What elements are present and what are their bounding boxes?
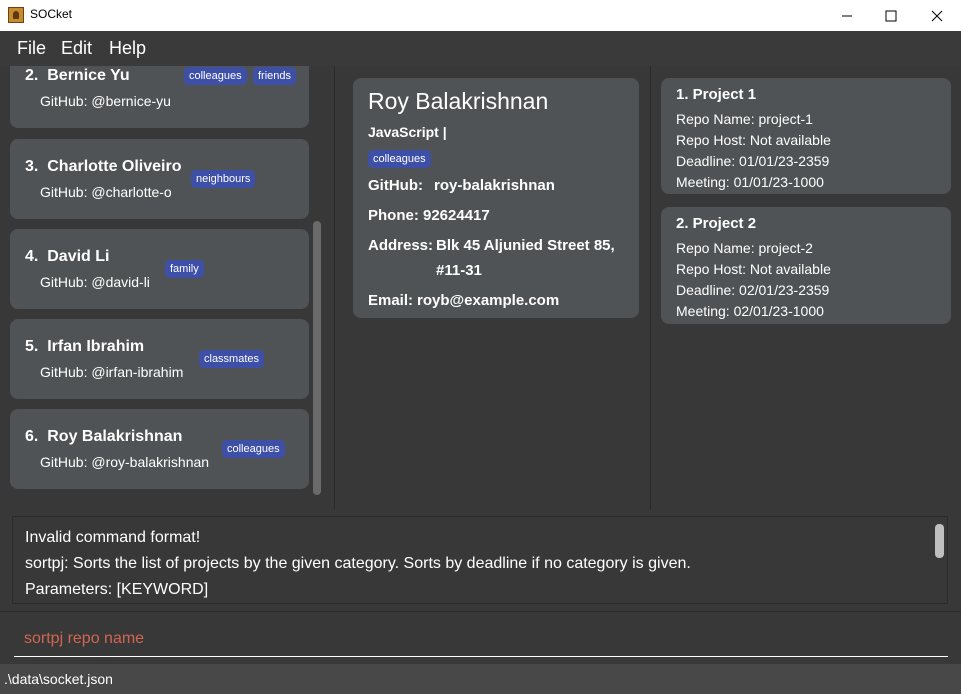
title-bar: SOCket	[0, 0, 961, 31]
project-deadline: Deadline: 01/01/23-2359	[676, 153, 830, 169]
project-card[interactable]: 1. Project 1 Repo Name: project-1 Repo H…	[661, 78, 951, 194]
person-name: 6. Roy Balakrishnan	[25, 428, 183, 445]
panel-divider	[334, 66, 335, 510]
person-card[interactable]: 2. Bernice Yu GitHub: @bernice-yu collea…	[10, 66, 309, 128]
person-github: GitHub: @roy-balakrishnan	[40, 454, 210, 470]
tag-badge: classmates	[199, 350, 265, 368]
window-title: SOCket	[30, 7, 73, 21]
person-list-panel: 2. Bernice Yu GitHub: @bernice-yu collea…	[0, 66, 334, 510]
tag-badge: colleagues	[184, 67, 247, 85]
tag-badge: friends	[253, 67, 297, 85]
person-detail-card: Roy Balakrishnan JavaScript | colleagues…	[353, 78, 639, 318]
result-line: Parameters: [KEYWORD]	[25, 581, 209, 598]
person-card[interactable]: 3. Charlotte Oliveiro GitHub: @charlotte…	[10, 139, 309, 219]
project-repo-name: Repo Name: project-1	[676, 111, 813, 127]
person-card[interactable]: 4. David Li GitHub: @david-li family	[10, 229, 309, 309]
detail-name: Roy Balakrishnan	[368, 88, 549, 114]
detail-github-label: GitHub:	[368, 177, 423, 194]
tag-badge: colleagues	[368, 150, 431, 168]
result-scrollbar[interactable]	[935, 524, 944, 558]
person-list-scrollbar[interactable]	[313, 221, 321, 495]
project-meeting: Meeting: 02/01/23-1000	[676, 303, 824, 319]
project-title: 1. Project 1	[676, 86, 757, 103]
project-title: 2. Project 2	[676, 215, 757, 232]
tag-badge: neighbours	[191, 170, 256, 188]
tag-badge: colleagues	[222, 440, 285, 458]
close-icon[interactable]	[914, 0, 960, 31]
minimize-icon[interactable]	[824, 0, 870, 31]
person-name: 5. Irfan Ibrahim	[25, 338, 145, 355]
command-input[interactable]	[14, 621, 948, 657]
socket-app-icon	[8, 7, 24, 23]
person-name: 4. David Li	[25, 248, 110, 265]
detail-languages: JavaScript |	[368, 124, 447, 140]
detail-github-value: roy-balakrishnan	[434, 177, 555, 194]
panel-divider	[650, 66, 651, 510]
result-display: Invalid command format! sortpj: Sorts th…	[12, 516, 948, 604]
menu-help[interactable]: Help	[109, 38, 146, 59]
detail-phone-value: 92624417	[423, 207, 490, 224]
menu-bar: File Edit Help	[0, 31, 961, 66]
detail-address-line2: #11-31	[436, 262, 482, 279]
person-card[interactable]: 6. Roy Balakrishnan GitHub: @roy-balakri…	[10, 409, 309, 489]
person-name: 2. Bernice Yu	[25, 67, 130, 84]
project-card[interactable]: 2. Project 2 Repo Name: project-2 Repo H…	[661, 207, 951, 324]
person-name: 3. Charlotte Oliveiro	[25, 158, 182, 175]
project-meeting: Meeting: 01/01/23-1000	[676, 174, 824, 190]
menu-file[interactable]: File	[17, 38, 46, 59]
detail-email-value: royb@example.com	[417, 292, 560, 309]
command-box	[0, 611, 961, 664]
detail-address-line1: Blk 45 Aljunied Street 85,	[436, 237, 615, 254]
person-github: GitHub: @bernice-yu	[40, 93, 171, 109]
project-repo-host: Repo Host: Not available	[676, 261, 831, 277]
person-github: GitHub: @irfan-ibrahim	[40, 364, 184, 380]
result-line: Invalid command format!	[25, 529, 201, 546]
maximize-icon[interactable]	[868, 0, 914, 31]
person-github: GitHub: @david-li	[40, 274, 150, 290]
tag-badge: family	[165, 260, 204, 278]
person-github: GitHub: @charlotte-o	[40, 184, 172, 200]
project-deadline: Deadline: 02/01/23-2359	[676, 282, 830, 298]
project-repo-name: Repo Name: project-2	[676, 240, 813, 256]
status-bar: .\data\socket.json	[0, 664, 961, 694]
project-repo-host: Repo Host: Not available	[676, 132, 831, 148]
person-card[interactable]: 5. Irfan Ibrahim GitHub: @irfan-ibrahim …	[10, 319, 309, 399]
status-file-path: .\data\socket.json	[4, 671, 113, 687]
detail-phone-label: Phone:	[368, 207, 419, 224]
detail-address-label: Address:	[368, 237, 434, 254]
detail-email-label: Email:	[368, 292, 414, 309]
menu-edit[interactable]: Edit	[61, 38, 92, 59]
result-line: sortpj: Sorts the list of projects by th…	[25, 555, 691, 572]
